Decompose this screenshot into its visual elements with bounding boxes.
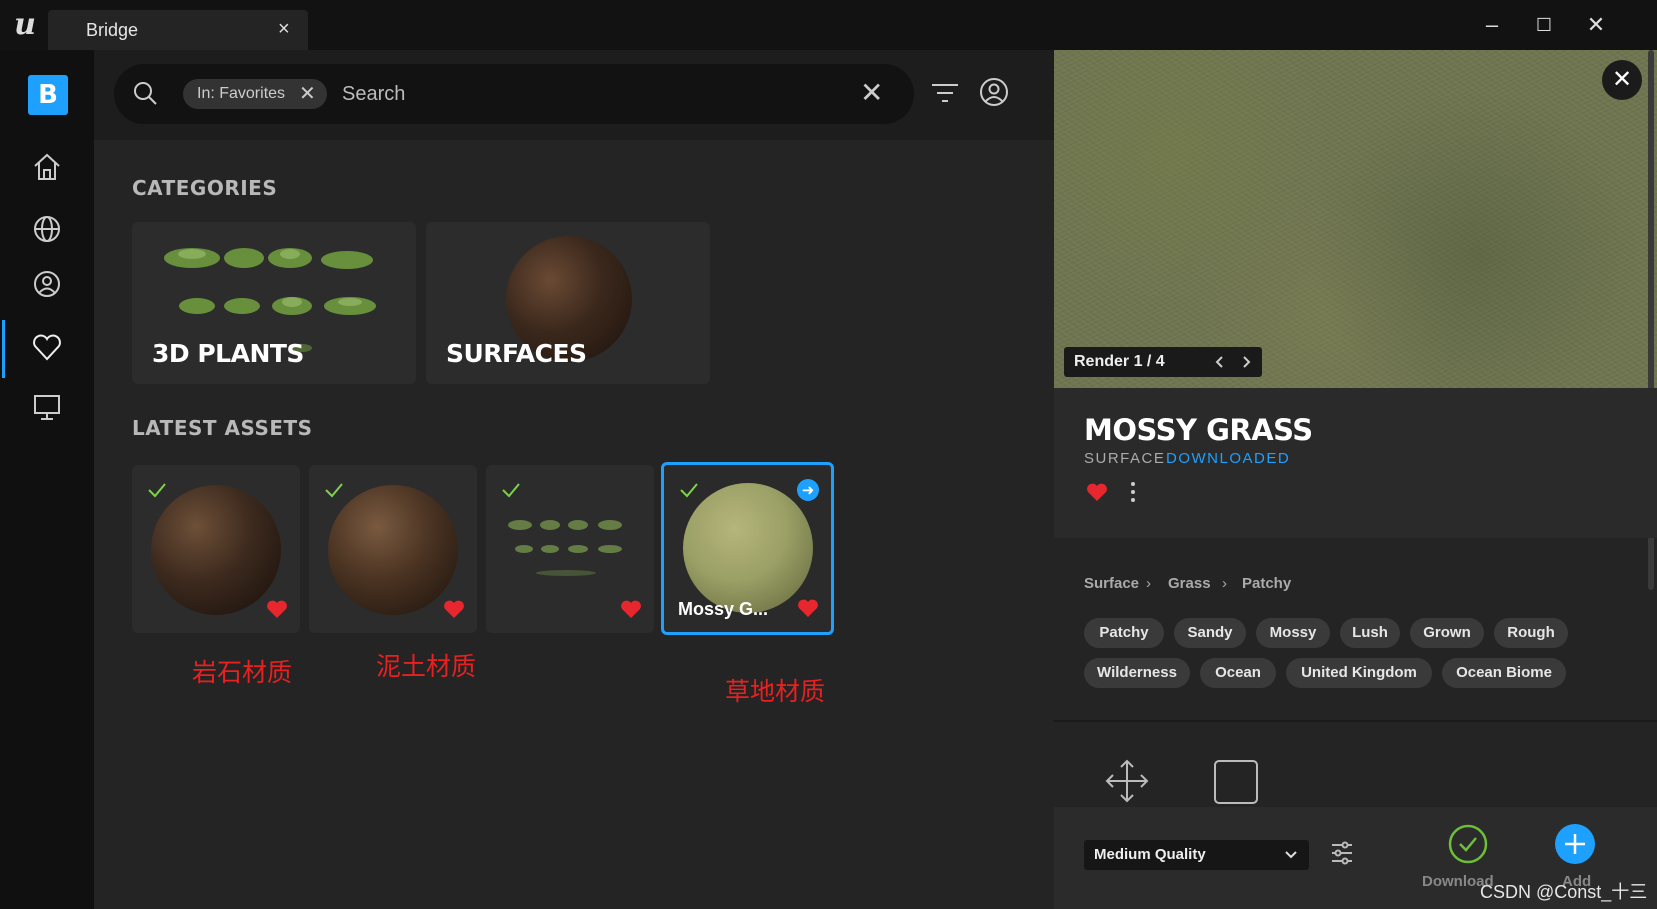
unreal-logo: u xyxy=(14,7,36,42)
monitor-icon[interactable] xyxy=(30,390,64,424)
breadcrumb-separator-icon: › xyxy=(1146,575,1151,592)
plane-icon[interactable] xyxy=(1212,758,1260,806)
chevron-right-icon[interactable] xyxy=(1238,354,1254,370)
search-input[interactable] xyxy=(340,76,800,112)
plants-thumbnail xyxy=(164,248,376,352)
asset-card-soil[interactable] xyxy=(309,465,477,633)
favorite-heart-icon[interactable] xyxy=(1086,482,1108,502)
filter-icon[interactable] xyxy=(928,76,962,110)
chevron-left-icon[interactable] xyxy=(1212,354,1228,370)
render-counter: Render 1 / 4 xyxy=(1074,353,1165,370)
search-icon xyxy=(134,82,157,105)
watermark: CSDN @Const_十三 xyxy=(1480,882,1648,902)
annotation-rock: 岩石材质 xyxy=(192,658,293,687)
asset-type: SURFACE xyxy=(1084,450,1166,467)
search-clear-icon[interactable]: ✕ xyxy=(860,76,883,109)
downloaded-check-icon xyxy=(680,483,698,498)
tag-chip[interactable]: Rough xyxy=(1494,618,1568,648)
downloaded-check-icon xyxy=(325,483,343,498)
bridge-logo[interactable]: B xyxy=(28,75,68,115)
breadcrumb-surface[interactable]: Surface xyxy=(1084,575,1139,592)
asset-status: DOWNLOADED xyxy=(1166,450,1291,467)
breadcrumb-separator-icon: › xyxy=(1222,575,1227,592)
category-label: 3D PLANTS xyxy=(152,339,304,368)
maximize-button[interactable]: ☐ xyxy=(1524,10,1564,40)
asset-card-label: Mossy G... xyxy=(678,599,769,619)
globe-icon[interactable] xyxy=(30,212,64,246)
asset-title: MOSSY GRASS xyxy=(1084,413,1313,447)
preview-close-button[interactable]: ✕ xyxy=(1602,60,1642,100)
download-check-icon[interactable] xyxy=(1448,824,1488,864)
asset-thumbnail xyxy=(683,483,813,613)
downloaded-check-icon xyxy=(502,483,520,498)
window-close-button[interactable]: ✕ xyxy=(1576,10,1616,40)
tag-chip[interactable]: Ocean Biome xyxy=(1442,658,1566,688)
category-card-3d-plants[interactable]: 3D PLANTS xyxy=(132,222,416,384)
categories-title: CATEGORIES xyxy=(132,176,278,200)
quality-select[interactable]: Medium Quality xyxy=(1084,840,1309,870)
tag-chip[interactable]: Mossy xyxy=(1256,618,1330,648)
tab-close-icon[interactable]: × xyxy=(278,18,290,41)
asset-card-plants[interactable] xyxy=(486,465,654,633)
tag-chip[interactable]: Lush xyxy=(1340,618,1400,648)
home-icon[interactable] xyxy=(30,150,64,184)
annotation-soil: 泥土材质 xyxy=(376,652,477,681)
favorite-heart-icon[interactable] xyxy=(620,599,642,619)
add-plus-icon[interactable] xyxy=(1555,824,1595,864)
favorite-heart-icon[interactable] xyxy=(797,598,819,618)
favorite-heart-icon[interactable] xyxy=(266,599,288,619)
move-icon[interactable] xyxy=(1104,758,1150,804)
quality-value: Medium Quality xyxy=(1094,846,1206,863)
tag-chip[interactable]: Ocean xyxy=(1200,658,1276,688)
filter-chip-label: In: Favorites xyxy=(197,85,286,102)
category-label: SURFACES xyxy=(446,339,587,368)
tag-chip[interactable]: Patchy xyxy=(1084,618,1164,648)
account-icon[interactable] xyxy=(976,74,1012,110)
asset-thumbnail xyxy=(508,520,622,576)
tag-chip[interactable]: Grown xyxy=(1410,618,1484,648)
asset-card-rock[interactable] xyxy=(132,465,300,633)
asset-thumbnail xyxy=(151,485,281,615)
tag-chip[interactable]: Wilderness xyxy=(1084,658,1190,688)
more-options-icon[interactable] xyxy=(1128,480,1138,504)
breadcrumb-grass[interactable]: Grass xyxy=(1168,575,1211,592)
annotation-grass: 草地材质 xyxy=(725,677,826,706)
chevron-down-icon xyxy=(1285,851,1297,859)
tab-bridge[interactable]: Bridge × xyxy=(48,10,308,50)
panel-divider xyxy=(1054,720,1657,722)
render-pager: Render 1 / 4 xyxy=(1064,347,1262,377)
tag-chip[interactable]: United Kingdom xyxy=(1286,658,1432,688)
filter-chip-favorites[interactable]: In: Favorites ✕ xyxy=(183,79,327,109)
category-card-surfaces[interactable]: SURFACES xyxy=(426,222,710,384)
asset-thumbnail xyxy=(328,485,458,615)
rail-active-indicator xyxy=(2,320,5,378)
favorite-heart-icon[interactable] xyxy=(443,599,465,619)
minimize-button[interactable]: – xyxy=(1472,10,1512,40)
render-preview xyxy=(1054,50,1657,388)
asset-card-mossy-grass[interactable]: ➜ Mossy G... xyxy=(661,462,834,635)
open-arrow-icon[interactable]: ➜ xyxy=(797,479,819,501)
downloaded-check-icon xyxy=(148,483,166,498)
tab-title: Bridge xyxy=(86,20,139,40)
latest-assets-title: LATEST ASSETS xyxy=(132,416,313,440)
tag-chip[interactable]: Sandy xyxy=(1174,618,1246,648)
breadcrumb-patchy[interactable]: Patchy xyxy=(1242,575,1291,592)
user-icon[interactable] xyxy=(30,267,64,301)
settings-sliders-icon[interactable] xyxy=(1330,840,1354,866)
filter-chip-remove-icon[interactable]: ✕ xyxy=(299,81,316,106)
heart-icon[interactable] xyxy=(30,330,64,364)
